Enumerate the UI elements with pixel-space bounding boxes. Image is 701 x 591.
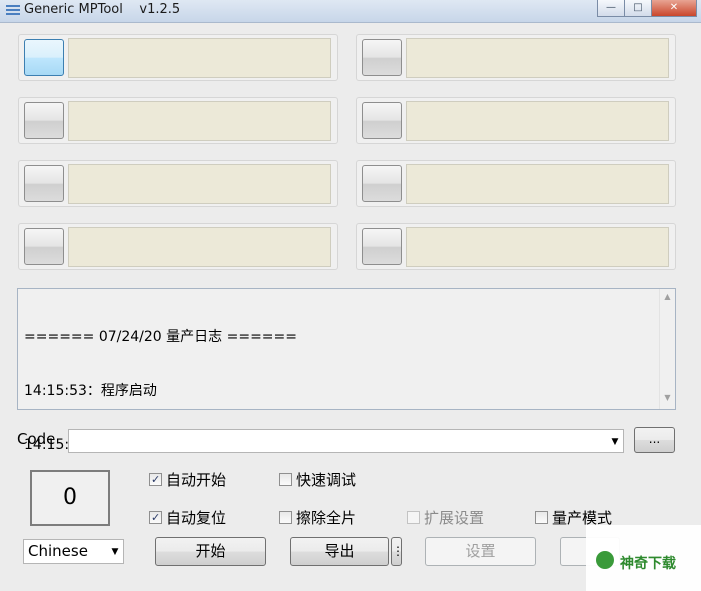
port-8-button[interactable]	[362, 228, 402, 265]
port-slot-5	[18, 160, 338, 207]
port-3-status	[68, 101, 331, 141]
scroll-down-icon[interactable]: ▼	[660, 393, 675, 402]
port-slot-3	[18, 97, 338, 144]
port-slot-2	[356, 34, 676, 81]
log-scrollbar[interactable]: ▲ ▼	[659, 289, 675, 409]
port-4-status	[406, 101, 669, 141]
minimize-icon: —	[606, 2, 616, 13]
port-7-status	[68, 227, 331, 267]
port-slot-4	[356, 97, 676, 144]
window-title: Generic MPTool v1.2.5	[24, 2, 180, 17]
port-8-status	[406, 227, 669, 267]
site-watermark: 神奇下载	[586, 525, 701, 591]
code-combobox[interactable]: ▼	[68, 429, 624, 453]
auto-reset-checkbox[interactable]: 自动复位	[149, 509, 226, 527]
minimize-button[interactable]: —	[597, 0, 625, 17]
quick-debug-checkbox[interactable]: 快速调试	[279, 471, 356, 489]
quick-debug-label: 快速调试	[296, 471, 357, 489]
chevron-down-icon[interactable]: ▼	[607, 430, 623, 452]
erase-all-label: 擦除全片	[296, 509, 357, 527]
port-2-status	[406, 38, 669, 78]
checkbox-checked-icon	[149, 471, 162, 489]
checkbox-unchecked-icon	[535, 511, 548, 524]
pass-counter: 0	[30, 470, 110, 526]
erase-all-checkbox[interactable]: 擦除全片	[279, 509, 356, 527]
log-line: 14:15:53：程序启动	[24, 383, 157, 399]
export-button[interactable]: 导出	[290, 537, 389, 566]
port-2-button[interactable]	[362, 39, 402, 76]
chevron-down-icon[interactable]: ▼	[107, 540, 123, 563]
browse-button[interactable]: ...	[634, 427, 675, 453]
close-button[interactable]: ✕	[651, 0, 697, 17]
language-select[interactable]: Chinese ▼	[23, 539, 124, 564]
port-1-status	[68, 38, 331, 78]
app-icon	[6, 5, 20, 17]
export-options-button[interactable]: ⋮	[391, 537, 404, 566]
code-label: Code	[17, 430, 56, 448]
port-4-button[interactable]	[362, 102, 402, 139]
checkbox-unchecked-icon	[279, 511, 292, 524]
app-name: Generic MPTool	[24, 2, 123, 17]
title-bar: Generic MPTool v1.2.5 — □ ✕	[0, 0, 701, 23]
port-slot-8	[356, 223, 676, 270]
watermark-logo-icon	[596, 551, 614, 569]
auto-start-checkbox[interactable]: 自动开始	[149, 471, 226, 489]
ext-settings-label: 扩展设置	[424, 509, 485, 527]
port-slot-1	[18, 34, 338, 81]
auto-reset-label: 自动复位	[166, 509, 227, 527]
app-version: v1.2.5	[139, 2, 181, 17]
log-line: ====== 07/24/20 量产日志 ======	[24, 329, 297, 345]
settings-button: 设置	[425, 537, 536, 566]
port-7-button[interactable]	[24, 228, 64, 265]
log-content: ====== 07/24/20 量产日志 ====== 14:15:53：程序启…	[24, 292, 297, 490]
watermark-text: 神奇下载	[620, 556, 676, 572]
mptool-window: Generic MPTool v1.2.5 — □ ✕ ====== 07/24…	[0, 0, 701, 591]
checkbox-checked-icon	[149, 509, 162, 527]
port-6-status	[406, 164, 669, 204]
port-slot-6	[356, 160, 676, 207]
port-3-button[interactable]	[24, 102, 64, 139]
maximize-icon: □	[633, 2, 643, 13]
language-value: Chinese	[28, 542, 88, 560]
ext-settings-checkbox: 扩展设置	[407, 509, 484, 527]
port-slot-7	[18, 223, 338, 270]
port-6-button[interactable]	[362, 165, 402, 202]
scroll-up-icon[interactable]: ▲	[660, 292, 675, 301]
port-5-status	[68, 164, 331, 204]
start-button[interactable]: 开始	[155, 537, 266, 566]
port-5-button[interactable]	[24, 165, 64, 202]
auto-start-label: 自动开始	[166, 471, 227, 489]
maximize-button[interactable]: □	[624, 0, 652, 17]
checkbox-unchecked-icon	[407, 511, 420, 524]
port-1-button[interactable]	[24, 39, 64, 76]
checkbox-unchecked-icon	[279, 473, 292, 486]
log-textbox[interactable]: ====== 07/24/20 量产日志 ====== 14:15:53：程序启…	[17, 288, 676, 453]
close-icon: ✕	[669, 2, 679, 13]
